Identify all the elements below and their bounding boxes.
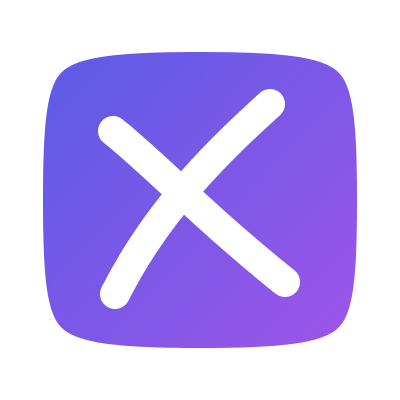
canvas	[0, 0, 400, 400]
app-icon[interactable]	[0, 0, 400, 400]
